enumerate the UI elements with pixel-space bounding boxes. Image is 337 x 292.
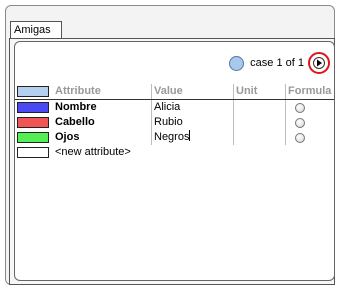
header-unit: Unit (236, 85, 258, 97)
header-value: Value (154, 85, 183, 97)
formula-cell[interactable] (288, 130, 334, 145)
header-attribute: Attribute (55, 85, 101, 97)
case-card-panel: case 1 of 1 Attribute Value Unit Formula… (14, 41, 335, 281)
attribute-name[interactable]: Ojos (55, 130, 150, 145)
new-attribute-label[interactable]: <new attribute> (55, 145, 131, 160)
attribute-color-swatch[interactable] (17, 132, 49, 143)
attribute-color-swatch[interactable] (17, 102, 49, 113)
header-formula: Formula (288, 85, 332, 97)
formula-radio-icon[interactable] (295, 118, 305, 128)
table-row: Ojos Negros (15, 130, 334, 145)
table-header-row: Attribute Value Unit Formula (15, 84, 334, 100)
tab-amigas[interactable]: Amigas (10, 21, 62, 38)
case-count-label: case 1 of 1 (250, 57, 304, 69)
formula-cell[interactable] (288, 100, 334, 115)
attribute-value[interactable]: Rubio (154, 115, 232, 130)
attribute-table: Attribute Value Unit Formula Nombre Alic… (15, 84, 334, 160)
play-next-icon (313, 57, 325, 69)
text-cursor (189, 130, 191, 141)
formula-radio-icon[interactable] (295, 103, 305, 113)
attribute-value[interactable]: Alicia (154, 100, 232, 115)
attribute-unit[interactable] (236, 115, 284, 130)
new-attribute-row[interactable]: <new attribute> (15, 145, 334, 160)
new-attribute-swatch (17, 147, 49, 158)
case-indicator-icon (229, 55, 245, 71)
attribute-color-swatch[interactable] (17, 117, 49, 128)
next-case-button[interactable] (308, 52, 330, 74)
formula-cell[interactable] (288, 115, 334, 130)
attribute-value-editing[interactable]: Negros (154, 130, 232, 145)
case-navigator: case 1 of 1 (229, 52, 330, 74)
table-row: Cabello Rubio (15, 115, 334, 130)
header-color-swatch (17, 86, 49, 97)
attribute-name[interactable]: Cabello (55, 115, 150, 130)
table-row: Nombre Alicia (15, 100, 334, 115)
formula-radio-icon[interactable] (295, 133, 305, 143)
attribute-name[interactable]: Nombre (55, 100, 150, 115)
attribute-unit[interactable] (236, 100, 284, 115)
attribute-unit[interactable] (236, 130, 284, 145)
